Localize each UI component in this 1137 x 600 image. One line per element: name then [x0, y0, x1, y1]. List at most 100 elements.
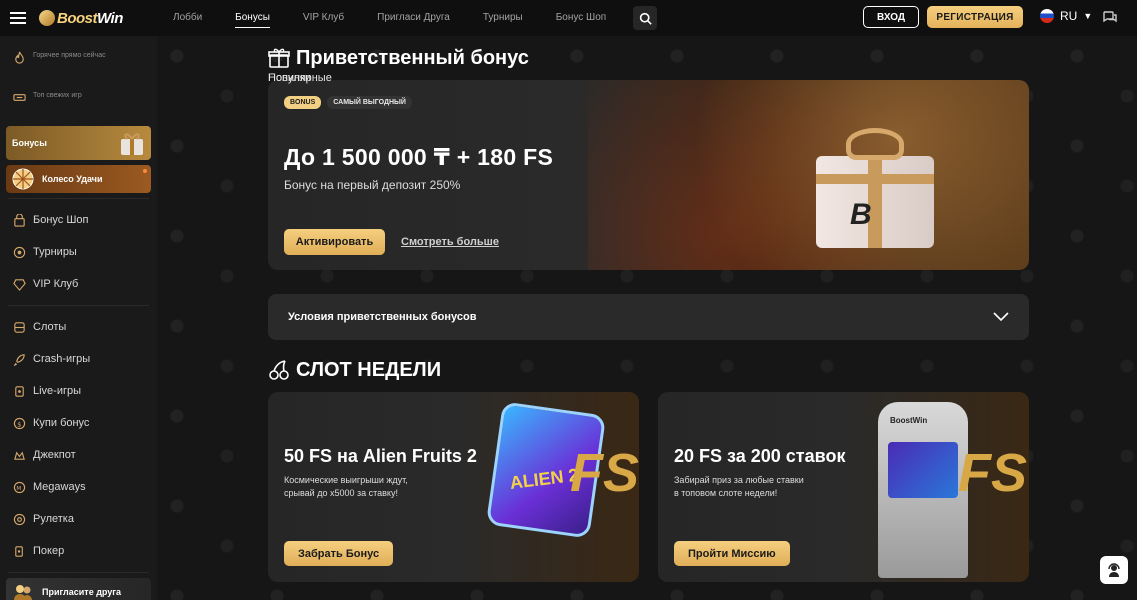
language-selector[interactable]: RU ▼: [1040, 9, 1092, 23]
sidebar-item-label: Бонусы: [12, 138, 47, 148]
section-title-slot-week: СЛОТ НЕДЕЛИ: [268, 348, 1029, 392]
sidebar-item-label: Пригласите друга: [42, 587, 122, 597]
sidebar-item-label: Megaways: [33, 481, 86, 493]
tournament-icon: [12, 245, 26, 259]
nav-bonus-shop[interactable]: Бонус Шоп: [556, 8, 606, 28]
sidebar-item-label: Crash-игры: [33, 353, 91, 365]
sidebar-item-jackpot[interactable]: Джекпот: [0, 439, 157, 471]
login-button[interactable]: ВХОД: [863, 6, 919, 28]
slot-machine-art: BoostWin: [878, 402, 968, 578]
card-title: 20 FS за 200 ставок: [674, 446, 846, 466]
fire-icon: [12, 50, 26, 64]
nav-invite[interactable]: Пригласи Друга: [377, 8, 450, 28]
rocket-icon: [12, 352, 26, 366]
sidebar-item-label: Покер: [33, 545, 65, 557]
sidebar-item-label: Бонус Шоп: [33, 214, 89, 226]
claim-bonus-button[interactable]: Забрать Бонус: [284, 541, 394, 566]
chevron-down-icon: ▼: [1083, 11, 1093, 21]
logo[interactable]: Boost Win: [39, 8, 131, 28]
sidebar-item-label: Слоты: [33, 321, 67, 333]
language-code: RU: [1060, 9, 1078, 23]
live-icon: [12, 384, 26, 398]
menu-icon[interactable]: [0, 0, 36, 36]
sidebar-item-popular[interactable]: Популярные Горячее прямо сейчас: [0, 42, 332, 84]
sidebar-item-sub: Горячее прямо сейчас: [33, 52, 106, 59]
cherry-icon: [269, 360, 289, 380]
gift-icon: [268, 48, 290, 68]
card-line: срывай до x5000 за ставку!: [284, 488, 398, 498]
fs-art-text: FS: [570, 443, 639, 503]
shop-icon: [12, 213, 26, 227]
welcome-banner: B BONUS САМЫЙ ВЫГОДНЫЙ До 1 500 000 ₸ + …: [268, 80, 1029, 270]
nav-vip[interactable]: VIP Клуб: [303, 8, 344, 28]
tag-bonus: BONUS: [284, 96, 322, 109]
banner-subtitle: Бонус на первый депозит 250%: [284, 178, 461, 192]
fs-art-text: FS: [958, 443, 1028, 503]
page-title: Приветственный бонус: [296, 46, 529, 69]
jackpot-icon: [12, 448, 26, 462]
logo-text: Boost: [57, 9, 98, 27]
sidebar-item-new[interactable]: Новинки Топ свежих игр: [0, 72, 311, 122]
sidebar-item-label: VIP Клуб: [33, 278, 79, 290]
sidebar-item-label: Колесо Удачи: [42, 174, 103, 184]
banner-headline: До 1 500 000 ₸ + 180 FS: [284, 144, 554, 170]
search-icon: [639, 12, 652, 25]
card-description: Забирай приз за любые ставки в топовом сл…: [674, 474, 834, 500]
card-line: Космические выигрыши ждут,: [284, 475, 408, 485]
wheel-icon: [12, 168, 34, 190]
sidebar-item-megaways[interactable]: M Megaways: [0, 471, 157, 503]
sidebar-item-buy-bonus[interactable]: $ Купи бонус: [0, 407, 157, 439]
megaways-icon: M: [12, 480, 26, 494]
sidebar-item-bonus-shop[interactable]: Бонус Шоп: [0, 204, 157, 236]
conditions-accordion[interactable]: Условия приветственных бонусов: [268, 294, 1029, 340]
sidebar-item-label: Джекпот: [33, 449, 76, 461]
logo-icon: [39, 10, 55, 26]
chat-icon[interactable]: [1102, 9, 1118, 25]
card-description: Космические выигрыши ждут, срывай до x500…: [284, 474, 444, 500]
slots-icon: [12, 320, 26, 334]
sidebar-item-wheel[interactable]: Колесо Удачи: [6, 165, 151, 193]
see-more-link[interactable]: Смотреть больше: [401, 236, 499, 248]
divider: [8, 572, 149, 573]
sidebar-item-invite[interactable]: Пригласите друга: [6, 578, 151, 600]
top-header: Boost Win Лобби Бонусы VIP Клуб Пригласи …: [0, 0, 1137, 36]
diamond-icon: [12, 277, 26, 291]
sidebar-item-tournaments[interactable]: Турниры: [0, 236, 157, 268]
chevron-down-icon: [993, 312, 1009, 322]
sidebar-item-crash[interactable]: Crash-игры: [0, 343, 157, 375]
sidebar-item-label: Купи бонус: [33, 417, 90, 429]
gift-icon: [121, 133, 143, 155]
register-button[interactable]: РЕГИСТРАЦИЯ: [927, 6, 1023, 28]
sidebar-item-vip[interactable]: VIP Клуб: [0, 268, 157, 300]
activate-button[interactable]: Активировать: [284, 229, 385, 255]
main-content: Приветственный бонус B BONUS САМЫЙ ВЫГОД…: [268, 36, 1029, 582]
nav-bonuses[interactable]: Бонусы: [235, 8, 270, 28]
promo-card: ALIEN 2 FS 50 FS на Alien Fruits 2 Косми…: [268, 392, 639, 582]
support-button[interactable]: [1100, 556, 1128, 584]
divider: [8, 305, 149, 306]
sidebar-item-bonuses[interactable]: Бонусы: [6, 126, 151, 160]
new-badge-icon: [12, 90, 26, 104]
sidebar-item-roulette[interactable]: Рулетка: [0, 503, 157, 535]
nav-lobby[interactable]: Лобби: [173, 8, 202, 28]
sidebar-item-live[interactable]: Live-игры: [0, 375, 157, 407]
mission-button[interactable]: Пройти Миссию: [674, 541, 790, 566]
sidebar-item-label: Новинки: [268, 72, 312, 84]
accordion-label: Условия приветственных бонусов: [288, 311, 477, 323]
sidebar-item-label: Live-игры: [33, 385, 82, 397]
nav-tournaments[interactable]: Турниры: [483, 8, 523, 28]
coin-icon: $: [12, 416, 26, 430]
sidebar-item-slots[interactable]: Слоты: [0, 311, 157, 343]
cards-icon: [12, 544, 26, 558]
banner-glow: [588, 80, 1029, 270]
sidebar-item-poker[interactable]: Покер: [0, 535, 157, 567]
flag-icon: [1040, 9, 1054, 23]
search-button[interactable]: [633, 6, 658, 30]
svg-text:M: M: [16, 485, 21, 491]
svg-text:$: $: [17, 420, 21, 428]
sidebar-item-label: Турниры: [33, 246, 77, 258]
roulette-icon: [12, 512, 26, 526]
sidebar-item-label: Рулетка: [33, 513, 74, 525]
card-title: 50 FS на Alien Fruits 2: [284, 446, 477, 466]
friends-icon: [14, 585, 32, 600]
